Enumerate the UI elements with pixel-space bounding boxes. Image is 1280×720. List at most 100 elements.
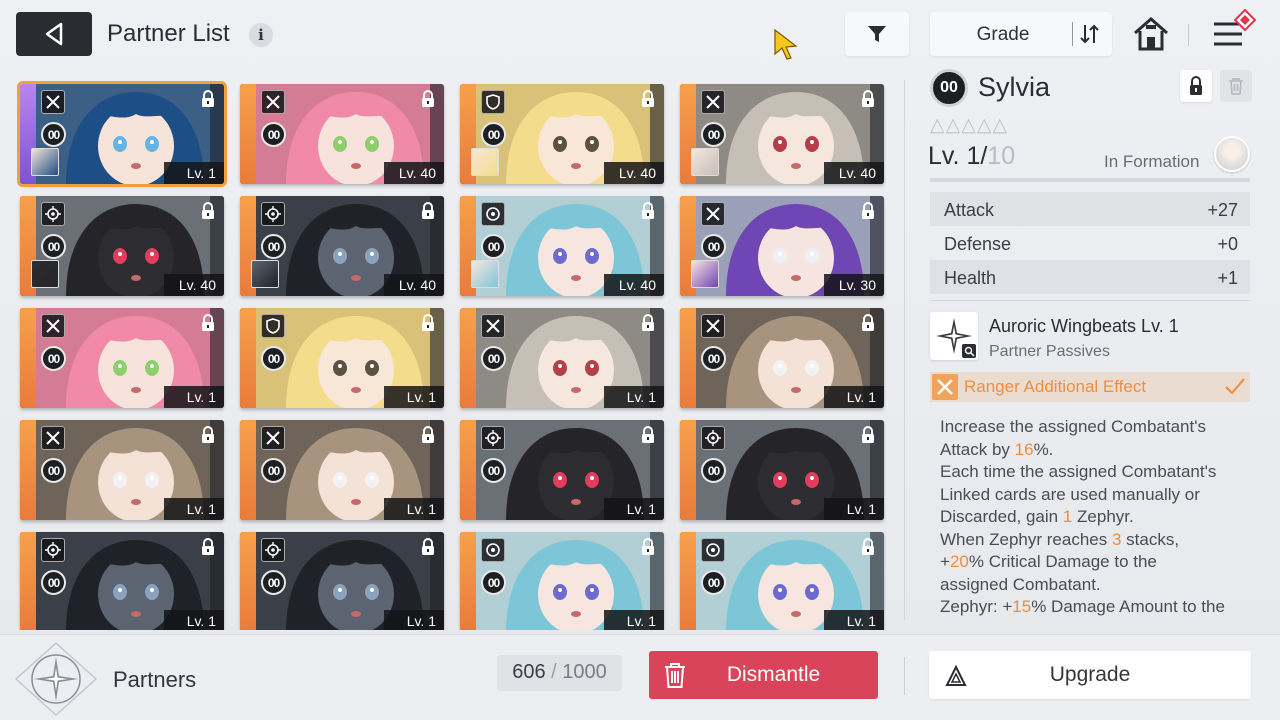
partner-grid: 00 Lv. 1 00 Lv. 40 00 Lv. 40 00 Lv. 40 0… — [16, 80, 886, 630]
lock-icon[interactable] — [200, 426, 216, 444]
partner-card[interactable]: 00 Lv. 1 — [240, 420, 444, 520]
partner-card[interactable]: 00 Lv. 40 — [240, 196, 444, 296]
equipped-combatant-thumbnail — [31, 148, 59, 176]
stats-list: Attack +27 Defense +0 Health +1 — [930, 192, 1250, 294]
detail-level: Lv. 1/10 — [928, 142, 1015, 171]
partner-card[interactable]: 00 Lv. 40 — [20, 196, 224, 296]
lock-icon[interactable] — [860, 314, 876, 332]
lock-icon[interactable] — [860, 90, 876, 108]
lock-icon[interactable] — [420, 314, 436, 332]
skill-type: Partner Passives — [989, 343, 1110, 360]
topbar-divider — [1188, 24, 1189, 46]
lock-icon[interactable] — [420, 426, 436, 444]
lock-icon[interactable] — [640, 314, 656, 332]
grade-badge: 00 — [481, 234, 506, 259]
partner-card[interactable]: 00 Lv. 1 — [460, 420, 664, 520]
cursor-icon — [774, 28, 798, 60]
partner-card[interactable]: 00 Lv. 1 — [20, 420, 224, 520]
grade-badge: 00 — [261, 346, 286, 371]
info-icon[interactable]: i — [249, 23, 273, 47]
partner-card[interactable]: 00 Lv. 1 — [17, 81, 227, 187]
equipped-combatant-thumbnail — [251, 260, 279, 288]
filter-button[interactable] — [845, 12, 909, 56]
lock-icon[interactable] — [640, 538, 656, 556]
grade-badge: 00 — [701, 570, 726, 595]
grade-badge: 00 — [481, 346, 506, 371]
grade-sort-label: Grade — [976, 24, 1030, 45]
level-current: Lv. 1/ — [928, 142, 988, 170]
target-role-icon — [261, 202, 285, 226]
partners-emblem-icon — [14, 641, 98, 717]
lock-icon[interactable] — [200, 314, 216, 332]
equipped-combatant-thumbnail — [691, 148, 719, 176]
ranger-effect-bar: Ranger Additional Effect — [930, 372, 1250, 402]
skill-icon-button[interactable] — [930, 312, 978, 360]
lock-icon[interactable] — [200, 538, 216, 556]
circle-role-icon — [701, 538, 725, 562]
grade-separator — [1072, 22, 1073, 46]
stat-value: +27 — [1207, 200, 1238, 220]
grade-badge: 00 — [261, 122, 286, 147]
partner-card[interactable]: 00 Lv. 40 — [460, 196, 664, 296]
grade-badge: 00 — [41, 234, 66, 259]
partner-card[interactable]: 00 Lv. 40 — [680, 84, 884, 184]
level-progress-bar — [930, 178, 1250, 182]
stat-row-health: Health +1 — [930, 260, 1250, 294]
grade-sort-dropdown[interactable]: Grade — [930, 12, 1112, 56]
detail-trash-button[interactable] — [1220, 70, 1252, 102]
partner-card[interactable]: 00 Lv. 40 — [460, 84, 664, 184]
skill-name: Auroric Wingbeats Lv. 1 — [989, 316, 1179, 336]
lock-icon[interactable] — [860, 426, 876, 444]
lock-icon[interactable] — [420, 90, 436, 108]
circle-role-icon — [481, 538, 505, 562]
upgrade-button[interactable]: Upgrade — [929, 651, 1251, 699]
sword-role-icon — [41, 426, 65, 450]
formation-avatar[interactable] — [1214, 136, 1250, 172]
partner-card[interactable]: 00 Lv. 40 — [240, 84, 444, 184]
rarity-stripe — [20, 308, 36, 408]
lock-icon[interactable] — [420, 202, 436, 220]
partner-card[interactable]: 00 Lv. 1 — [240, 532, 444, 630]
partner-card[interactable]: 00 Lv. 1 — [460, 308, 664, 408]
partner-level: Lv. 1 — [604, 498, 664, 520]
stat-row-attack: Attack +27 — [930, 192, 1250, 226]
partner-card[interactable]: 00 Lv. 1 — [680, 420, 884, 520]
grade-badge: 00 — [41, 570, 66, 595]
grade-badge: 00 — [261, 570, 286, 595]
partner-card[interactable]: 00 Lv. 1 — [680, 532, 884, 630]
partner-card[interactable]: 00 Lv. 1 — [20, 532, 224, 630]
lock-icon[interactable] — [420, 538, 436, 556]
rarity-stripe — [20, 420, 36, 520]
partner-card[interactable]: 00 Lv. 30 — [680, 196, 884, 296]
target-role-icon — [41, 538, 65, 562]
lock-icon[interactable] — [640, 426, 656, 444]
desc-line: assigned Combatant. — [940, 574, 1101, 594]
partner-card[interactable]: 00 Lv. 1 — [20, 308, 224, 408]
partner-card[interactable]: 00 Lv. 1 — [460, 532, 664, 630]
back-button[interactable] — [16, 12, 92, 56]
rarity-stripe — [240, 308, 256, 408]
lock-icon[interactable] — [640, 202, 656, 220]
lock-icon[interactable] — [860, 538, 876, 556]
sort-icon[interactable] — [1078, 22, 1102, 46]
lock-icon[interactable] — [200, 90, 216, 108]
partner-card[interactable]: 00 Lv. 1 — [680, 308, 884, 408]
dismantle-button[interactable]: Dismantle — [649, 651, 878, 699]
target-role-icon — [41, 202, 65, 226]
sword-role-icon — [41, 90, 65, 114]
detail-lock-button[interactable] — [1180, 70, 1212, 102]
effect-label: Ranger Additional Effect — [964, 377, 1147, 396]
partners-label: Partners — [113, 667, 197, 692]
partner-level: Lv. 40 — [164, 274, 224, 296]
stats-divider — [930, 300, 1250, 301]
partner-card[interactable]: 00 Lv. 1 — [240, 308, 444, 408]
lock-icon[interactable] — [640, 90, 656, 108]
grade-badge: 00 — [701, 458, 726, 483]
lock-icon[interactable] — [200, 202, 216, 220]
skill-description: Increase the assigned Combatant's Attack… — [940, 416, 1256, 630]
home-icon[interactable] — [1132, 16, 1170, 52]
target-role-icon — [261, 538, 285, 562]
desc-line: Attack by 16%. — [940, 439, 1054, 459]
back-arrow-icon — [45, 22, 63, 46]
lock-icon[interactable] — [860, 202, 876, 220]
